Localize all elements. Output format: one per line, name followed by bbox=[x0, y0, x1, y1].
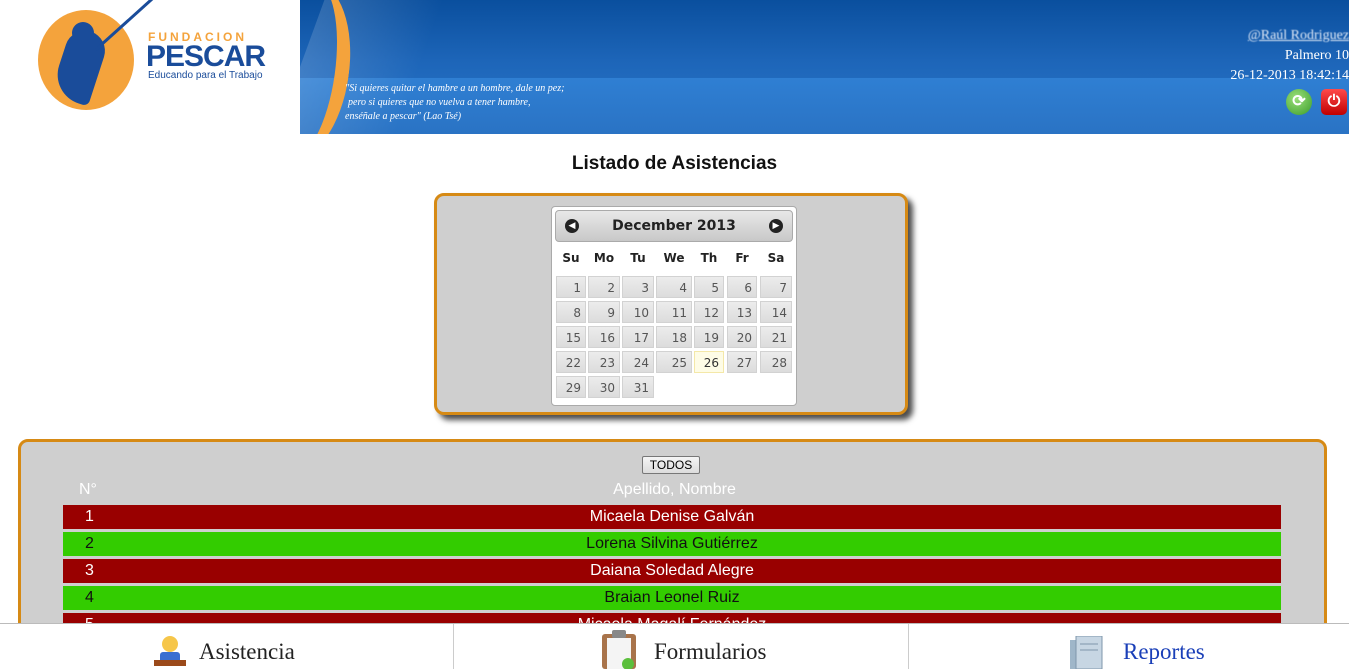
calendar-day[interactable]: 9 bbox=[588, 301, 620, 323]
refresh-button[interactable]: ⟳ bbox=[1286, 89, 1312, 115]
weekday-header: Su bbox=[562, 251, 580, 265]
weekday-header: Mo bbox=[593, 251, 615, 265]
row-student-name: Daiana Soledad Alegre bbox=[590, 562, 754, 579]
quote-line: pero si quieres que no vuelva a tener ha… bbox=[348, 97, 531, 108]
calendar-day[interactable]: 8 bbox=[556, 301, 586, 323]
user-location: Palmero 10 bbox=[1284, 48, 1349, 63]
weekday-header: Tu bbox=[630, 251, 646, 265]
datepicker: ◀ December 2013 ▶ Su Mo Tu We Th Fr Sa 1 2 3 4 5 6 7 8… bbox=[551, 206, 797, 406]
student-icon bbox=[154, 636, 186, 666]
calendar-day[interactable]: 11 bbox=[656, 301, 692, 323]
books-icon bbox=[1070, 636, 1103, 669]
calendar-day[interactable]: 13 bbox=[727, 301, 757, 323]
calendar-day[interactable]: 22 bbox=[556, 351, 586, 373]
weekday-header: Sa bbox=[767, 251, 785, 265]
quote-line: enséñale a pescar" (Lao Tsé) bbox=[345, 111, 462, 122]
calendar-day[interactable]: 27 bbox=[727, 351, 757, 373]
attendance-row[interactable]: 4 Braian Leonel Ruiz bbox=[63, 586, 1281, 610]
calendar-day[interactable]: 25 bbox=[656, 351, 692, 373]
clipboard-icon bbox=[602, 630, 636, 669]
calendar-day[interactable]: 10 bbox=[622, 301, 654, 323]
calendar-day[interactable]: 21 bbox=[760, 326, 792, 348]
calendar-day[interactable]: 23 bbox=[588, 351, 620, 373]
datepicker-month: December 2013 bbox=[612, 218, 736, 234]
refresh-icon: ⟳ bbox=[1292, 93, 1306, 110]
nav-asistencia[interactable]: Asistencia bbox=[0, 624, 453, 669]
power-icon: ⏻ bbox=[1327, 93, 1341, 110]
calendar-day[interactable]: 26 bbox=[694, 351, 724, 373]
calendar-day[interactable]: 6 bbox=[727, 276, 757, 298]
nav-formularios[interactable]: Formularios bbox=[454, 624, 908, 669]
header-quote: "Si quieres quitar el hambre a un hombre… bbox=[345, 82, 625, 124]
row-student-name: Micaela Denise Galván bbox=[589, 508, 755, 525]
current-datetime: 26-12-2013 18:42:14 bbox=[1230, 68, 1349, 83]
calendar-day[interactable]: 7 bbox=[760, 276, 792, 298]
row-student-name: Lorena Silvina Gutiérrez bbox=[586, 535, 758, 552]
logo-tagline: Educando para el Trabajo bbox=[148, 70, 263, 81]
calendar-day[interactable]: 18 bbox=[656, 326, 692, 348]
calendar-day[interactable]: 31 bbox=[622, 376, 654, 398]
calendar-day[interactable]: 14 bbox=[760, 301, 792, 323]
calendar-day[interactable]: 12 bbox=[694, 301, 724, 323]
weekday-header: We bbox=[663, 251, 685, 265]
weekday-header: Fr bbox=[735, 251, 749, 265]
row-student-name: Braian Leonel Ruiz bbox=[604, 589, 740, 606]
attendance-row[interactable]: 2 Lorena Silvina Gutiérrez bbox=[63, 532, 1281, 556]
calendar-day[interactable]: 30 bbox=[588, 376, 620, 398]
nav-reportes[interactable]: Reportes bbox=[909, 624, 1349, 669]
calendar-day[interactable]: 3 bbox=[622, 276, 654, 298]
calendar-day[interactable]: 19 bbox=[694, 326, 724, 348]
calendar-day[interactable]: 24 bbox=[622, 351, 654, 373]
calendar-day[interactable]: 15 bbox=[556, 326, 586, 348]
calendar-day[interactable]: 16 bbox=[588, 326, 620, 348]
logout-button[interactable]: ⏻ bbox=[1321, 89, 1347, 115]
attendance-row[interactable]: 3 Daiana Soledad Alegre bbox=[63, 559, 1281, 583]
calendar-day[interactable]: 4 bbox=[656, 276, 692, 298]
weekday-header: Th bbox=[700, 251, 718, 265]
logo-head-icon bbox=[72, 22, 94, 44]
nav-label: Formularios bbox=[654, 639, 767, 664]
calendar-day[interactable]: 2 bbox=[588, 276, 620, 298]
todos-button[interactable]: TODOS bbox=[642, 456, 700, 474]
calendar-day[interactable]: 5 bbox=[694, 276, 724, 298]
calendar-day[interactable]: 28 bbox=[760, 351, 792, 373]
calendar-day[interactable]: 20 bbox=[727, 326, 757, 348]
column-header-name: Apellido, Nombre bbox=[613, 481, 736, 498]
next-month-icon[interactable]: ▶ bbox=[769, 219, 783, 233]
bottom-nav: Asistencia Formularios Reportes bbox=[0, 623, 1349, 669]
calendar-day[interactable]: 17 bbox=[622, 326, 654, 348]
user-name-link[interactable]: @Raúl Rodriguez bbox=[1230, 26, 1349, 46]
logo-org-name: PESCAR bbox=[146, 40, 266, 73]
page-title: Listado de Asistencias bbox=[571, 153, 778, 174]
quote-line: "Si quieres quitar el hambre a un hombre… bbox=[345, 83, 565, 94]
attendance-row[interactable]: 1 Micaela Denise Galván bbox=[63, 505, 1281, 529]
nav-label: Asistencia bbox=[199, 639, 295, 664]
page-header: FUNDACION PESCAR Educando para el Trabaj… bbox=[0, 0, 1349, 134]
nav-label: Reportes bbox=[1123, 639, 1205, 664]
calendar-day[interactable]: 1 bbox=[556, 276, 586, 298]
datepicker-header: ◀ December 2013 ▶ bbox=[555, 210, 793, 242]
calendar-day[interactable]: 29 bbox=[556, 376, 586, 398]
user-info: @Raúl Rodriguez Palmero 10 26-12-2013 18… bbox=[1230, 26, 1349, 86]
